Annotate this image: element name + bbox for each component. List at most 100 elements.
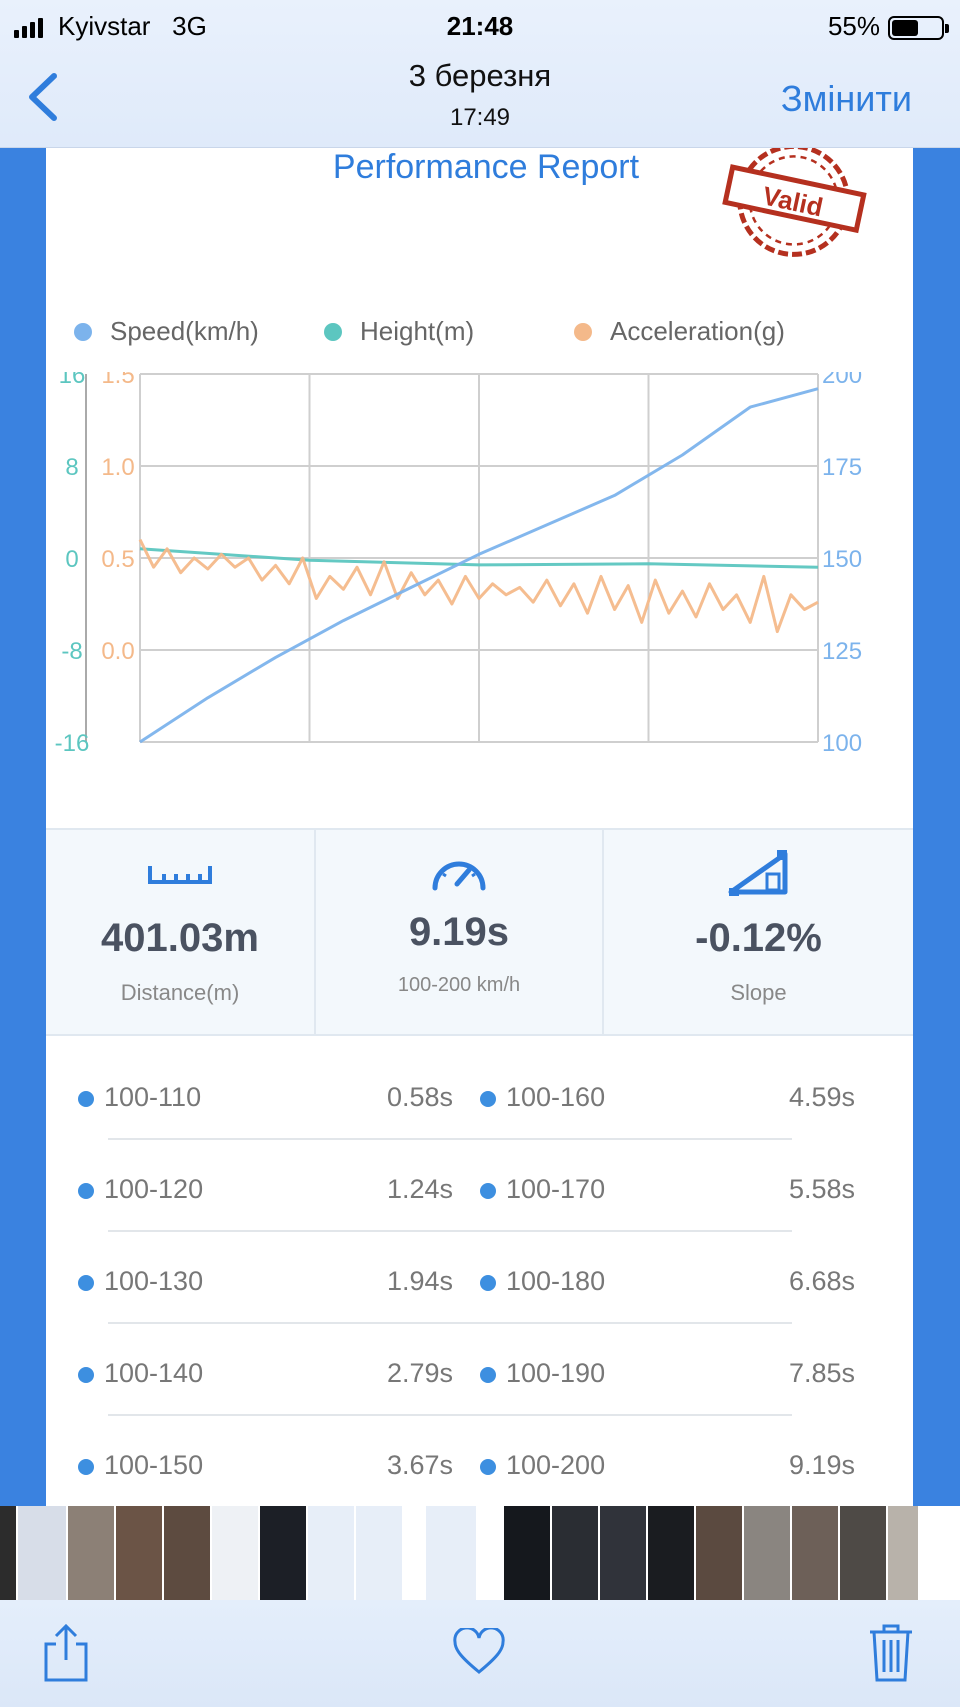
stat-distance: 401.03m Distance(m)	[46, 830, 314, 1034]
favorite-button[interactable]	[452, 1626, 506, 1681]
photo-thumbnail[interactable]	[478, 1506, 502, 1600]
photo-thumbnail[interactable]	[308, 1506, 354, 1600]
thumbnail-strip[interactable]	[0, 1506, 960, 1600]
speed-tick-label: 125	[822, 638, 862, 665]
legend-item-acceleration[interactable]: Acceleration(g)	[574, 316, 785, 347]
split-range: 100-200	[506, 1450, 606, 1480]
stat-label: 100-200 km/h	[397, 974, 521, 996]
heart-icon	[453, 1626, 505, 1674]
split-range: 100-130	[104, 1266, 204, 1296]
legend-label-speed: Speed(km/h)	[110, 316, 259, 346]
split-range: 100-150	[104, 1450, 204, 1480]
legend-label-height: Height(m)	[360, 316, 475, 346]
height-tick-label: 16	[59, 372, 86, 389]
stat-value: -0.12%	[695, 916, 822, 960]
height-tick-label: 8	[65, 454, 78, 481]
split-bullet	[78, 1367, 94, 1383]
valid-stamp: Valid	[722, 148, 867, 257]
photo-thumbnail[interactable]	[888, 1506, 918, 1600]
photo-thumbnail[interactable]	[552, 1506, 598, 1600]
slope-icon	[728, 850, 787, 896]
split-bullet	[78, 1275, 94, 1291]
photo-thumbnail[interactable]	[504, 1506, 550, 1600]
ruler-icon	[148, 866, 212, 884]
photo-thumbnail[interactable]	[164, 1506, 210, 1600]
height-tick-label: -16	[55, 730, 90, 757]
performance-chart: 16 8 0 -8 -16 1.5 1.0 0.5 0.0 200 175 150 125 100	[55, 372, 862, 757]
speed-tick-label: 175	[822, 454, 862, 481]
speed-tick-label: 200	[822, 372, 862, 389]
split-bullet	[78, 1459, 94, 1475]
photo-thumbnail[interactable]	[212, 1506, 258, 1600]
stat-slope: -0.12% Slope	[602, 830, 913, 1034]
battery-icon	[888, 16, 949, 40]
speedometer-icon	[432, 861, 486, 891]
acceleration-tick-label: 0.5	[101, 546, 134, 573]
split-time: 1.24s	[386, 1174, 453, 1204]
split-range: 100-180	[506, 1266, 606, 1296]
acceleration-tick-label: 1.5	[101, 372, 134, 389]
photo-thumbnail[interactable]	[792, 1506, 838, 1600]
speed-tick-label: 150	[822, 546, 862, 573]
split-time: 9.19s	[788, 1450, 855, 1480]
photo-thumbnail[interactable]	[648, 1506, 694, 1600]
photo-thumbnail[interactable]	[68, 1506, 114, 1600]
split-range: 100-140	[104, 1358, 204, 1388]
split-row: 100-140 2.79s 100-190 7.85s	[46, 1324, 913, 1416]
legend-dot-acceleration	[574, 322, 592, 341]
acceleration-tick-label: 0.0	[101, 638, 134, 665]
edit-button[interactable]: Змінити	[781, 78, 912, 120]
photo-thumbnail[interactable]	[116, 1506, 162, 1600]
split-bullet	[480, 1275, 496, 1291]
trash-icon	[870, 1624, 912, 1682]
split-row: 100-120 1.24s 100-170 5.58s	[46, 1140, 913, 1232]
status-time: 21:48	[446, 11, 514, 41]
split-time: 6.68s	[788, 1266, 855, 1296]
photo-thumbnail[interactable]	[404, 1506, 424, 1600]
photo-thumbnail[interactable]	[18, 1506, 66, 1600]
top-bar: Kyivstar 3G 21:48 55% 3 березня 17:49 Зм…	[0, 0, 960, 148]
split-range: 100-120	[104, 1174, 204, 1204]
legend-dot-height	[324, 322, 342, 341]
report-card: Performance Report Valid Speed(km/h) Hei…	[46, 148, 913, 1508]
split-range: 100-170	[506, 1174, 606, 1204]
photo-thumbnail[interactable]	[260, 1506, 306, 1600]
split-row: 100-150 3.67s 100-200 9.19s	[46, 1416, 913, 1508]
acceleration-tick-label: 1.0	[101, 454, 134, 481]
battery-percent: 55%	[827, 11, 880, 41]
split-time: 7.85s	[788, 1358, 855, 1388]
stat-label: Slope	[730, 980, 787, 1005]
split-time: 4.59s	[788, 1082, 855, 1112]
photo-thumbnail[interactable]	[600, 1506, 646, 1600]
stats-panel: 401.03m Distance(m) 9.19s 100-200 km/h -…	[46, 828, 913, 1036]
stat-value: 9.19s	[408, 910, 510, 954]
split-time: 5.58s	[788, 1174, 855, 1204]
split-time: 1.94s	[386, 1266, 453, 1296]
split-range: 100-160	[506, 1082, 606, 1112]
height-tick-label: 0	[65, 546, 78, 573]
photo-thumbnail[interactable]	[840, 1506, 886, 1600]
split-bullet	[480, 1183, 496, 1199]
bottom-toolbar	[0, 1600, 960, 1707]
stat-value: 401.03m	[101, 916, 259, 960]
legend-dot-speed	[74, 322, 92, 341]
share-button[interactable]	[42, 1622, 90, 1689]
photo-thumbnail[interactable]	[0, 1506, 16, 1600]
split-range: 100-110	[104, 1082, 202, 1112]
legend-item-height[interactable]: Height(m)	[324, 316, 474, 347]
split-time: 2.79s	[386, 1358, 453, 1388]
split-bullet	[480, 1367, 496, 1383]
photo-thumbnail[interactable]	[426, 1506, 476, 1600]
height-tick-label: -8	[61, 638, 82, 665]
legend-item-speed[interactable]: Speed(km/h)	[74, 316, 259, 347]
speed-tick-label: 100	[822, 730, 862, 757]
split-range: 100-190	[506, 1358, 606, 1388]
photo-thumbnail[interactable]	[696, 1506, 742, 1600]
split-row: 100-110 0.58s 100-160 4.59s	[46, 1048, 913, 1140]
split-row: 100-130 1.94s 100-180 6.68s	[46, 1232, 913, 1324]
photo-thumbnail[interactable]	[356, 1506, 402, 1600]
photo-thumbnail[interactable]	[744, 1506, 790, 1600]
delete-button[interactable]	[868, 1622, 914, 1689]
share-icon	[44, 1623, 88, 1682]
split-bullet	[78, 1091, 94, 1107]
